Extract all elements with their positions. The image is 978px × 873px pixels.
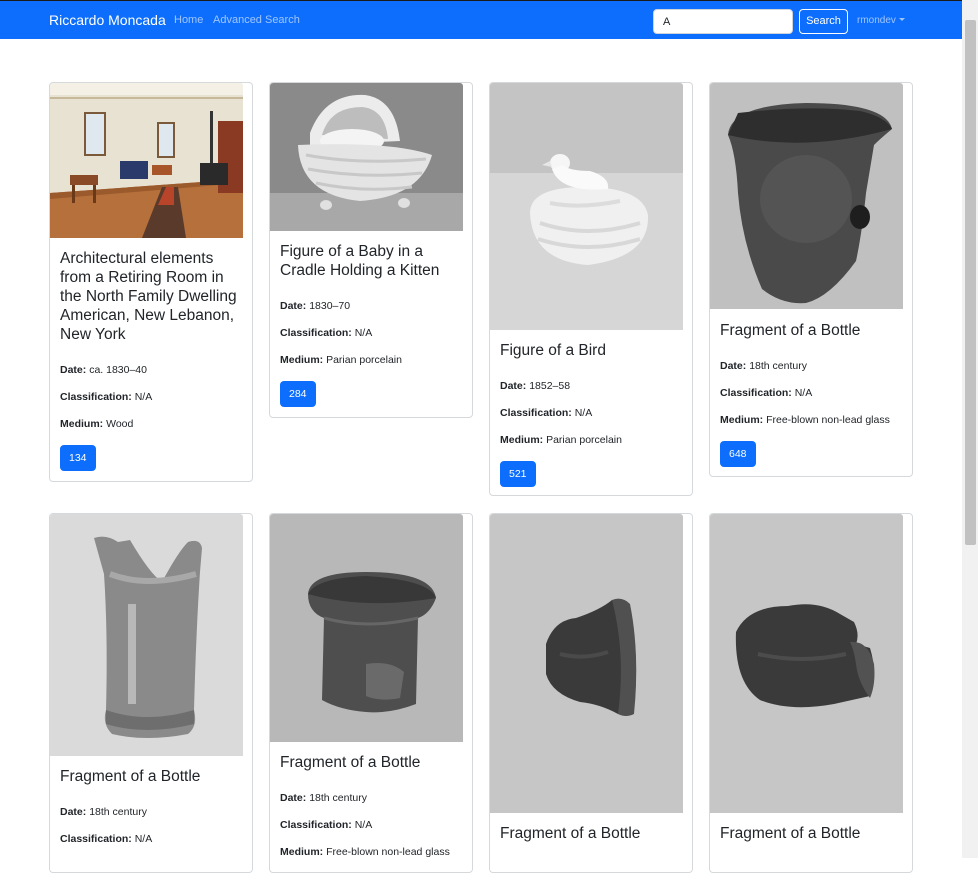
- card-image-bottle-lip[interactable]: [490, 514, 683, 813]
- card-id-badge[interactable]: 284: [280, 381, 316, 407]
- card-classification: Classification: N/A: [280, 819, 373, 831]
- card-image-bottle-neck[interactable]: [50, 514, 243, 756]
- card-image-room[interactable]: [50, 83, 243, 238]
- card-classification: Classification: N/A: [60, 833, 153, 845]
- card-title[interactable]: Fragment of a Bottle: [60, 767, 240, 786]
- card-title[interactable]: Figure of a Bird: [500, 341, 680, 360]
- card-medium: Medium: Free-blown non-lead glass: [720, 414, 890, 426]
- scrollbar-thumb[interactable]: [965, 20, 976, 545]
- result-card[interactable]: Figure of a Baby in a Cradle Holding a K…: [269, 82, 473, 418]
- card-image-bird[interactable]: [490, 83, 683, 330]
- card-date: Date: 1830–70: [280, 300, 351, 312]
- card-id-badge[interactable]: 648: [720, 441, 756, 467]
- caret-down-icon: [898, 18, 905, 21]
- result-card[interactable]: Figure of a Bird Date: 1852–58 Classific…: [489, 82, 693, 496]
- card-title[interactable]: Fragment of a Bottle: [280, 753, 460, 772]
- card-classification: Classification: N/A: [500, 407, 593, 419]
- card-body: Architectural elements from a Retiring R…: [60, 249, 240, 471]
- card-body: Fragment of a Bottle Date: 18th century …: [60, 767, 240, 860]
- search-button[interactable]: Search: [799, 9, 848, 34]
- card-date: Date: 18th century: [280, 792, 367, 804]
- card-medium: Medium: Parian porcelain: [280, 354, 402, 366]
- card-date: Date: 1852–58: [500, 380, 571, 392]
- card-image-cradle[interactable]: [270, 83, 463, 231]
- card-title[interactable]: Fragment of a Bottle: [720, 824, 900, 843]
- card-title[interactable]: Fragment of a Bottle: [500, 824, 680, 843]
- card-classification: Classification: N/A: [720, 387, 813, 399]
- card-classification: Classification: N/A: [60, 391, 153, 403]
- navbar: Riccardo Moncada Home Advanced Search Se…: [0, 0, 962, 39]
- card-id-badge[interactable]: 134: [60, 445, 96, 471]
- card-date: Date: 18th century: [720, 360, 807, 372]
- card-date: Date: ca. 1830–40: [60, 364, 147, 376]
- card-medium: Medium: Parian porcelain: [500, 434, 622, 446]
- result-card[interactable]: Fragment of a Bottle Date: 18th century …: [709, 82, 913, 477]
- user-dropdown[interactable]: rmondev: [857, 15, 905, 26]
- nav-link-home[interactable]: Home: [174, 14, 203, 26]
- card-body: Fragment of a Bottle: [500, 824, 680, 863]
- card-body: Figure of a Bird Date: 1852–58 Classific…: [500, 341, 680, 487]
- user-name: rmondev: [857, 15, 896, 26]
- card-date: Date: 18th century: [60, 806, 147, 818]
- result-card[interactable]: Fragment of a Bottle Date: 18th century …: [269, 513, 473, 873]
- card-title[interactable]: Figure of a Baby in a Cradle Holding a K…: [280, 242, 460, 280]
- card-medium: Medium: Wood: [60, 418, 134, 430]
- result-card[interactable]: Fragment of a Bottle: [489, 513, 693, 873]
- card-title[interactable]: Architectural elements from a Retiring R…: [60, 249, 240, 344]
- card-classification: Classification: N/A: [280, 327, 373, 339]
- nav-link-advanced-search[interactable]: Advanced Search: [213, 14, 300, 26]
- card-id-badge[interactable]: 521: [500, 461, 536, 487]
- card-medium: Medium: Free-blown non-lead glass: [280, 846, 450, 858]
- card-body: Fragment of a Bottle: [720, 824, 900, 863]
- search-input[interactable]: [653, 9, 793, 34]
- result-card[interactable]: Fragment of a Bottle Date: 18th century …: [49, 513, 253, 873]
- card-body: Fragment of a Bottle Date: 18th century …: [720, 321, 900, 467]
- navbar-brand[interactable]: Riccardo Moncada: [49, 12, 166, 28]
- card-title[interactable]: Fragment of a Bottle: [720, 321, 900, 340]
- card-image-bottle-top[interactable]: [270, 514, 463, 742]
- card-image-bottle-side[interactable]: [710, 514, 903, 813]
- card-image-bottle-fragment[interactable]: [710, 83, 903, 309]
- result-card[interactable]: Fragment of a Bottle: [709, 513, 913, 873]
- result-card[interactable]: Architectural elements from a Retiring R…: [49, 82, 253, 482]
- card-body: Fragment of a Bottle Date: 18th century …: [280, 753, 460, 872]
- card-body: Figure of a Baby in a Cradle Holding a K…: [280, 242, 460, 407]
